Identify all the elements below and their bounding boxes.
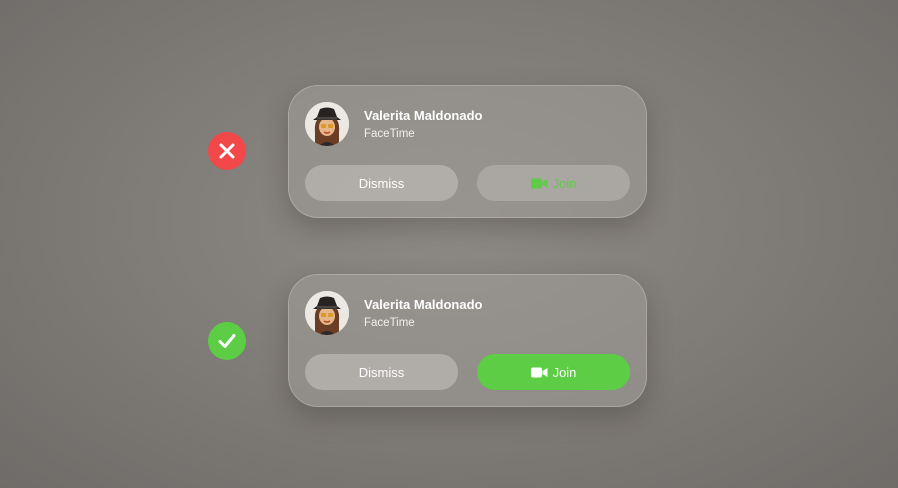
dismiss-button-label: Dismiss (358, 175, 405, 191)
join-button[interactable]: Join (477, 165, 630, 201)
caller-avatar (305, 291, 349, 335)
app-name: FaceTime (364, 128, 415, 140)
correct-mark-icon (208, 322, 246, 360)
video-camera-icon (530, 178, 548, 189)
incorrect-mark-icon (208, 132, 246, 170)
video-camera-icon (530, 367, 548, 378)
caller-name: Valerita Maldonado (364, 297, 483, 312)
join-button[interactable]: Join (477, 354, 630, 390)
join-button-label: Join (552, 364, 577, 380)
notification-card-incorrect: Valerita Maldonado FaceTime Dismiss Join (288, 85, 647, 218)
caller-avatar (305, 102, 349, 146)
join-button-label: Join (552, 175, 577, 191)
notification-card-correct: Valerita Maldonado FaceTime Dismiss Join (288, 274, 647, 407)
dismiss-button[interactable]: Dismiss (305, 354, 458, 390)
dismiss-button-label: Dismiss (358, 364, 405, 380)
dismiss-button[interactable]: Dismiss (305, 165, 458, 201)
app-name: FaceTime (364, 317, 415, 329)
caller-name: Valerita Maldonado (364, 108, 483, 123)
